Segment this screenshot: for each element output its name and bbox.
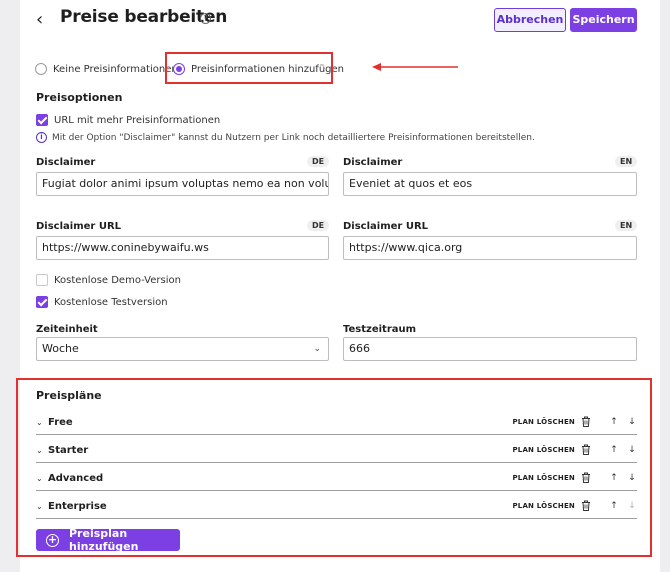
cancel-button[interactable]: Abbrechen <box>494 8 566 32</box>
lang-badge-en: EN <box>615 220 638 231</box>
back-arrow-icon[interactable]: ‹ <box>36 10 56 30</box>
annotation-arrow-icon <box>372 63 458 71</box>
checkbox-checked-icon[interactable] <box>36 114 48 126</box>
checkbox-free-trial-label: Kostenlose Testversion <box>54 296 168 308</box>
disclaimer-url-de-label: Disclaimer URL <box>36 221 122 232</box>
move-down-arrow-icon[interactable]: ↓ <box>627 473 637 483</box>
plus-icon: + <box>46 532 59 547</box>
radio-no-pricing[interactable]: Keine Preisinformationen <box>35 60 178 78</box>
chevron-down-icon: ⌄ <box>313 344 321 354</box>
plan-actions: PLAN LÖSCHEN ↑ ↓ <box>512 500 637 511</box>
plan-row-advanced[interactable]: ⌄ Advanced PLAN LÖSCHEN ↑ ↓ <box>36 467 637 491</box>
plans-title: Preispläne <box>36 389 102 402</box>
plan-name: Enterprise <box>48 501 107 512</box>
move-up-arrow-icon[interactable]: ↑ <box>609 445 619 455</box>
lang-badge-de: DE <box>307 156 330 167</box>
disclaimer-info-text: Mit der Option "Disclaimer" kannst du Nu… <box>52 132 535 143</box>
page-header: ‹ Preise bearbeiten ? Abbrechen Speicher… <box>20 0 660 42</box>
trash-icon[interactable] <box>581 416 591 427</box>
move-up-arrow-icon[interactable]: ↑ <box>609 417 619 427</box>
chevron-down-icon[interactable]: ⌄ <box>36 446 48 455</box>
delete-plan-button[interactable]: PLAN LÖSCHEN <box>512 446 575 454</box>
checkbox-url-more-info-label: URL mit mehr Preisinformationen <box>54 114 221 126</box>
price-options-title: Preisoptionen <box>36 91 123 104</box>
edit-pricing-page: ‹ Preise bearbeiten ? Abbrechen Speicher… <box>16 0 660 572</box>
disclaimer-url-de-input[interactable]: https://www.coninebywaifu.ws <box>36 236 329 260</box>
delete-plan-button[interactable]: PLAN LÖSCHEN <box>512 502 575 510</box>
disclaimer-en-label: Disclaimer <box>343 157 403 168</box>
time-unit-label: Zeiteinheit <box>36 324 98 335</box>
plan-name: Advanced <box>48 473 104 484</box>
checkbox-free-demo[interactable]: Kostenlose Demo-Version <box>36 273 181 287</box>
radio-unselected-icon[interactable] <box>35 63 47 75</box>
plan-row-free[interactable]: ⌄ Free PLAN LÖSCHEN ↑ ↓ <box>36 411 637 435</box>
add-price-plan-label: Preisplan hinzufügen <box>69 527 139 553</box>
help-icon[interactable]: ? <box>200 13 211 24</box>
annotation-highlight-box <box>165 52 333 84</box>
checkbox-unchecked-icon[interactable] <box>36 274 48 286</box>
plan-actions: PLAN LÖSCHEN ↑ ↓ <box>512 444 637 455</box>
trial-period-input[interactable]: 666 <box>343 337 637 361</box>
trash-icon[interactable] <box>581 472 591 483</box>
trash-icon[interactable] <box>581 500 591 511</box>
plan-row-starter[interactable]: ⌄ Starter PLAN LÖSCHEN ↑ ↓ <box>36 439 637 463</box>
save-button[interactable]: Speichern <box>570 8 637 32</box>
move-down-arrow-icon: ↓ <box>628 500 636 511</box>
info-icon: i <box>36 132 47 143</box>
disclaimer-url-en-label: Disclaimer URL <box>343 221 429 232</box>
add-price-plan-button[interactable]: + Preisplan hinzufügen <box>36 527 180 553</box>
trial-period-label: Testzeitraum <box>343 324 417 335</box>
move-up-arrow-icon[interactable]: ↑ <box>609 473 619 483</box>
disclaimer-info: i Mit der Option "Disclaimer" kannst du … <box>36 132 535 143</box>
chevron-down-icon[interactable]: ⌄ <box>36 502 48 511</box>
disclaimer-url-en-input[interactable]: https://www.qica.org <box>343 236 637 260</box>
checkbox-free-trial[interactable]: Kostenlose Testversion <box>36 295 168 309</box>
lang-badge-en: EN <box>615 156 638 167</box>
plan-name: Free <box>48 417 73 428</box>
disclaimer-de-label: Disclaimer <box>36 157 96 168</box>
lang-badge-de: DE <box>307 220 330 231</box>
trash-icon[interactable] <box>581 444 591 455</box>
move-down-arrow-icon[interactable]: ↓ <box>627 445 637 455</box>
radio-no-pricing-label: Keine Preisinformationen <box>53 63 178 75</box>
time-unit-value: Woche <box>42 342 79 355</box>
plan-row-enterprise[interactable]: ⌄ Enterprise PLAN LÖSCHEN ↑ ↓ <box>36 495 637 519</box>
disclaimer-en-input[interactable]: Eveniet at quos et eos <box>343 172 637 196</box>
checkbox-url-more-info[interactable]: URL mit mehr Preisinformationen <box>36 113 220 127</box>
checkbox-free-demo-label: Kostenlose Demo-Version <box>54 274 181 286</box>
move-down-arrow-icon[interactable]: ↓ <box>627 417 637 427</box>
delete-plan-button[interactable]: PLAN LÖSCHEN <box>512 418 575 426</box>
disclaimer-de-input[interactable]: Fugiat dolor animi ipsum voluptas nemo e… <box>36 172 329 196</box>
plan-actions: PLAN LÖSCHEN ↑ ↓ <box>512 416 637 427</box>
plan-name: Starter <box>48 445 89 456</box>
plan-actions: PLAN LÖSCHEN ↑ ↓ <box>512 472 637 483</box>
time-unit-select[interactable]: Woche ⌄ <box>36 337 329 361</box>
move-up-arrow-icon[interactable]: ↑ <box>609 501 619 511</box>
checkbox-checked-icon[interactable] <box>36 296 48 308</box>
delete-plan-button[interactable]: PLAN LÖSCHEN <box>512 474 575 482</box>
chevron-down-icon[interactable]: ⌄ <box>36 418 48 427</box>
chevron-down-icon[interactable]: ⌄ <box>36 474 48 483</box>
